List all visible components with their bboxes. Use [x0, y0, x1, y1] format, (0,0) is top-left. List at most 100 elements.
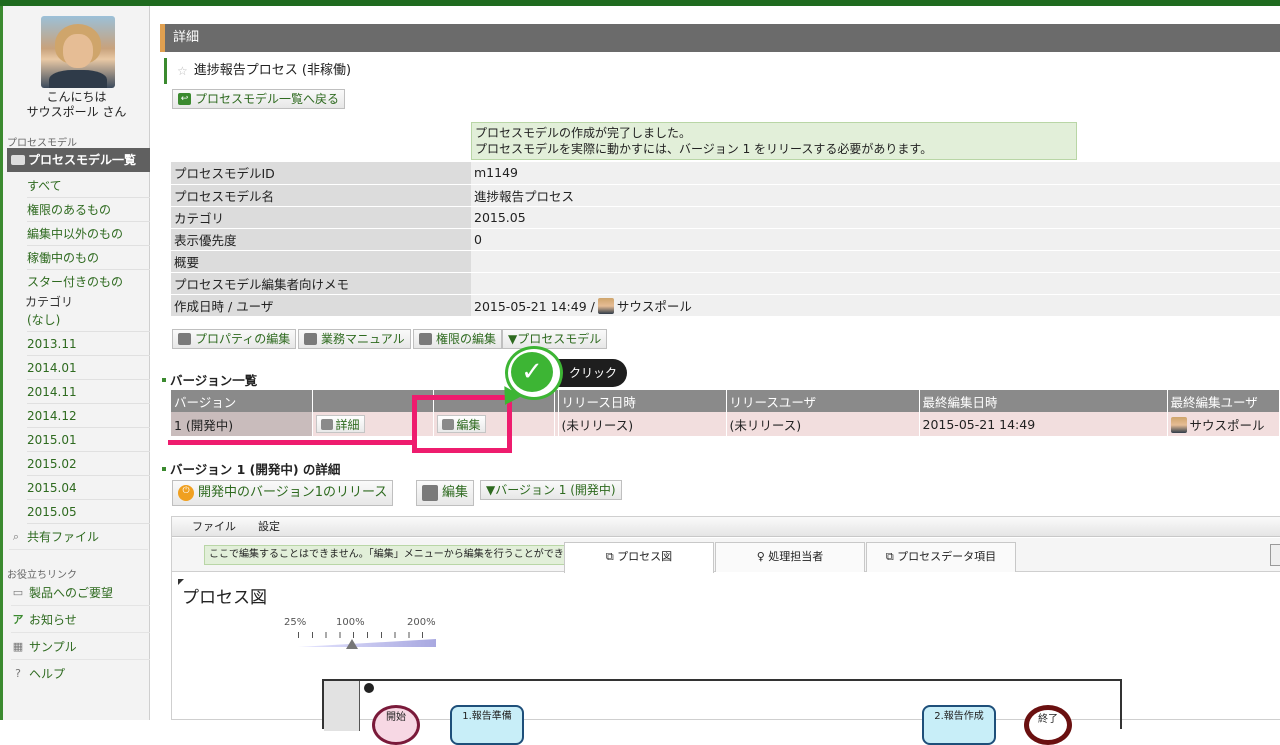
- sidebar: こんにちは サウスポール さん プロセスモデル プロセスモデル一覧 すべて 権限…: [0, 6, 150, 720]
- tab-label: プロセス図: [617, 550, 673, 563]
- filter-permitted[interactable]: 権限のあるもの: [27, 198, 150, 222]
- task-node-prepare[interactable]: 1.報告準備: [450, 705, 524, 745]
- category-2015-01[interactable]: 2015.01: [27, 428, 150, 452]
- category-2014-01[interactable]: 2014.01: [27, 356, 150, 380]
- process-editor: ファイル 設定 ここで編集することはできません。「編集」メニューから編集を行うこ…: [171, 516, 1280, 745]
- category-2014-11[interactable]: 2014.11: [27, 380, 150, 404]
- process-model-menu-button[interactable]: ▼プロセスモデル: [502, 329, 608, 349]
- button-label: ▼プロセスモデル: [508, 332, 602, 346]
- link-news[interactable]: ア お知らせ: [11, 607, 150, 633]
- edit-version-button[interactable]: 編集: [416, 480, 475, 506]
- sidebar-item-process-model-list[interactable]: プロセスモデル一覧: [7, 148, 150, 172]
- menu-settings[interactable]: 設定: [258, 517, 280, 536]
- zoom-track: [298, 639, 436, 647]
- help-icon: ?: [15, 667, 21, 680]
- task-node-create[interactable]: 2.報告作成: [922, 705, 996, 745]
- edit-permissions-button[interactable]: 権限の編集: [413, 329, 503, 349]
- manual-button[interactable]: 業務マニュアル: [298, 329, 411, 349]
- link-help[interactable]: ? ヘルプ: [11, 661, 150, 687]
- category-none[interactable]: (なし): [27, 308, 150, 332]
- zoom-ticks: [298, 632, 436, 638]
- button-label: ▼バージョン 1 (開発中): [486, 483, 616, 497]
- process-title-text: 進捗報告プロセス (非稼働): [193, 63, 352, 78]
- table-header-row: バージョン リリース日時 リリースユーザ 最終編集日時 最終編集ユーザ: [171, 390, 1280, 412]
- page-header: 詳細: [160, 24, 1280, 52]
- table-row: プロセスモデル編集者向けメモ: [171, 272, 1280, 295]
- edit-properties-button[interactable]: プロパティの編集: [172, 329, 297, 349]
- version-detail-button[interactable]: 詳細: [315, 415, 365, 433]
- button-label: 編集: [442, 485, 469, 500]
- filter-not-editing[interactable]: 編集中以外のもの: [27, 222, 150, 246]
- prop-value: 0: [471, 228, 1280, 251]
- table-row: プロセスモデルID m1149: [171, 162, 1280, 185]
- prop-key: 概要: [171, 250, 471, 273]
- filter-running[interactable]: 稼働中のもの: [27, 246, 150, 270]
- sidebar-item-label: プロセスモデル一覧: [28, 153, 137, 167]
- folder-icon: [11, 155, 25, 165]
- release-date-cell: (未リリース): [558, 412, 727, 436]
- sample-icon: ▦: [12, 639, 24, 653]
- document-icon: [178, 333, 191, 345]
- user-avatar-icon: [1170, 416, 1187, 433]
- filter-starred[interactable]: スター付きのもの: [27, 270, 150, 294]
- panel-scroll-handle[interactable]: [1270, 544, 1280, 566]
- news-icon: ア: [12, 612, 24, 626]
- shared-files-label: 共有ファイル: [27, 529, 100, 544]
- manual-icon: [304, 333, 317, 345]
- version-table: バージョン リリース日時 リリースユーザ 最終編集日時 最終編集ユーザ 1 (開…: [171, 390, 1280, 436]
- star-icon[interactable]: ☆: [177, 58, 188, 84]
- category-2015-02[interactable]: 2015.02: [27, 452, 150, 476]
- created-user[interactable]: サウスポール: [617, 299, 692, 314]
- file-search-icon: ⌕: [12, 529, 20, 543]
- avatar[interactable]: [41, 16, 115, 88]
- bullet-icon: [162, 466, 166, 471]
- end-node[interactable]: 終了: [1024, 705, 1072, 745]
- highlight-box: [412, 395, 512, 453]
- comment-icon: ▭: [12, 585, 24, 599]
- link-feature-request[interactable]: ▭ 製品へのご要望: [11, 580, 150, 606]
- link-sample[interactable]: ▦ サンプル: [11, 634, 150, 660]
- tab-label: 処理担当者: [768, 550, 824, 563]
- release-user-cell: (未リリース): [726, 412, 920, 436]
- zoom-label-mid: 100%: [336, 617, 365, 628]
- read-only-note: ここで編集することはできません。「編集」メニューから編集を行うことができます。: [204, 545, 598, 565]
- back-to-list-button[interactable]: ↩ プロセスモデル一覧へ戻る: [172, 89, 346, 109]
- button-label: 開発中のバージョン1のリリース: [198, 485, 388, 500]
- power-icon: ⏻: [178, 485, 194, 501]
- col-last-edit-user: 最終編集ユーザ: [1167, 390, 1280, 412]
- section-label-process-model: プロセスモデル: [7, 138, 77, 149]
- zoom-slider[interactable]: 25% 100% 200%: [282, 617, 442, 657]
- person-icon: [364, 683, 374, 693]
- version-menu-button[interactable]: ▼バージョン 1 (開発中): [480, 480, 622, 500]
- category-2014-12[interactable]: 2014.12: [27, 404, 150, 428]
- editor-tabbar: ここで編集することはできません。「編集」メニューから編集を行うことができます。 …: [172, 538, 1280, 573]
- link-label: ヘルプ: [29, 667, 66, 681]
- last-edit-date-cell: 2015-05-21 14:49: [919, 412, 1168, 436]
- zoom-knob[interactable]: [346, 639, 358, 649]
- start-node[interactable]: 開始: [372, 705, 420, 745]
- prop-value: 2015.05: [471, 206, 1280, 229]
- heading-text: バージョン 1 (開発中) の詳細: [170, 462, 341, 477]
- filter-all[interactable]: すべて: [27, 174, 150, 198]
- link-label: 製品へのご要望: [29, 585, 114, 600]
- tab-process-data[interactable]: ⧉ プロセスデータ項目: [866, 542, 1016, 572]
- top-bar: [0, 0, 1280, 6]
- release-version-button[interactable]: ⏻ 開発中のバージョン1のリリース: [172, 480, 394, 506]
- category-2015-04[interactable]: 2015.04: [27, 476, 150, 500]
- category-2013-11[interactable]: 2013.11: [27, 332, 150, 356]
- prop-key: 表示優先度: [171, 228, 471, 251]
- menu-file[interactable]: ファイル: [192, 517, 236, 536]
- tab-assignees[interactable]: ♀ 処理担当者: [715, 542, 865, 572]
- bullet-icon: [162, 377, 166, 382]
- tab-label: プロセスデータ項目: [897, 550, 997, 563]
- category-2015-05[interactable]: 2015.05: [27, 500, 150, 524]
- table-row: 作成日時 / ユーザ 2015-05-21 14:49 / サウスポール: [171, 294, 1280, 317]
- last-edit-user-name[interactable]: サウスポール: [1190, 418, 1265, 433]
- tab-process-diagram[interactable]: ⧉ プロセス図: [564, 542, 714, 573]
- link-label: サンプル: [29, 639, 77, 654]
- button-label: プロパティの編集: [195, 332, 291, 346]
- notice-line1: プロセスモデルの作成が完了しました。: [475, 126, 692, 140]
- created-datetime: 2015-05-21 14:49 /: [474, 298, 595, 314]
- back-arrow-icon: ↩: [178, 93, 191, 105]
- shared-files-link[interactable]: ⌕ 共有ファイル: [9, 524, 148, 550]
